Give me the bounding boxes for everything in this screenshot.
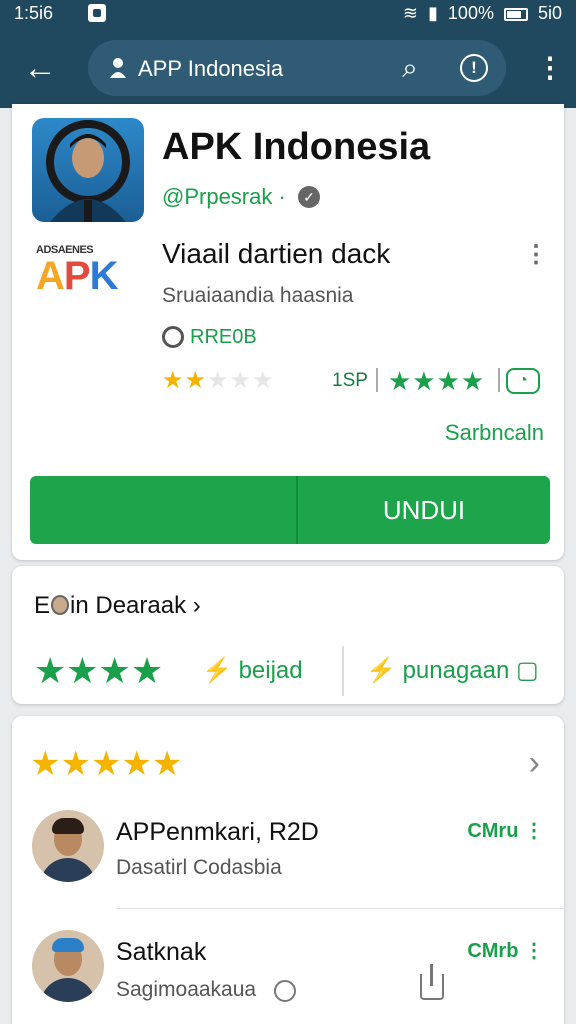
chevron-right-icon[interactable]: › — [529, 744, 540, 783]
more-info-card: Ein Dearaak › ★★★★ ⚡ beijad ⚡ punagaan ▢ — [12, 566, 564, 704]
app-header-card: APK Indonesia @Prpesrak · ✓ ADSAENES APK… — [12, 104, 564, 560]
divider — [498, 368, 500, 392]
status-right-time: 5i0 — [537, 3, 562, 23]
more-vert-icon[interactable]: ⋮ — [536, 50, 564, 86]
share-icon[interactable]: ◔ — [506, 368, 540, 394]
status-time: 1:5i6 — [14, 3, 54, 23]
apk-logo-big: APK — [36, 254, 118, 298]
overflow-menu-icon[interactable]: ⋮ — [524, 240, 548, 269]
tag-chip[interactable]: ⚡ punagaan ▢ — [366, 656, 539, 685]
reviewer-name: Satknak — [116, 938, 207, 966]
apk-logo: ADSAENES APK — [36, 244, 146, 304]
info-icon[interactable] — [274, 980, 296, 1002]
info-icon[interactable]: ! — [460, 54, 488, 82]
status-bar: 1:5i6 ≋ ▮ 100% 5i0 — [0, 0, 576, 28]
publisher-link[interactable]: @Prpesrak · — [162, 184, 286, 210]
search-title: APP Indonesia — [138, 56, 284, 81]
review-text: Dasatirl Codasbia — [116, 856, 282, 879]
app-title: APK Indonesia — [162, 126, 431, 168]
category-link[interactable]: Sarbncaln — [445, 420, 544, 446]
rating-count: 1SP — [332, 370, 368, 391]
back-arrow-icon[interactable]: ← — [20, 48, 60, 88]
tag-chip[interactable]: ⚡ beijad — [202, 656, 303, 685]
search-bar[interactable]: APP Indonesia ⌕ ! — [88, 40, 506, 96]
content-rating-icon — [162, 326, 184, 348]
review-meta[interactable]: CMrb ⋮ — [467, 938, 544, 963]
more-section-title[interactable]: Ein Dearaak › — [34, 592, 201, 620]
developer-name: Sruaiaandia haasnia — [162, 284, 354, 307]
reviewer-name: APPenmkari, R2D — [116, 818, 319, 846]
rating-stars-large: ★★★★ — [34, 650, 164, 691]
app-icon-art — [46, 120, 130, 222]
divider — [342, 646, 344, 696]
share-icon[interactable] — [420, 964, 444, 1000]
divider — [376, 368, 378, 392]
content-rating: RRE0B — [190, 326, 257, 348]
wifi-icon: ≋ — [402, 3, 419, 23]
search-icon[interactable]: ⌕ — [394, 52, 426, 84]
rating-stars-yellow: ★★★★★ — [162, 367, 275, 394]
person-icon — [110, 58, 126, 78]
avatar — [32, 930, 104, 1002]
app-subtitle: Viaail dartien dack — [162, 238, 391, 269]
divider — [116, 908, 564, 909]
signal-icon: ▮ — [428, 3, 438, 23]
app-icon — [32, 118, 144, 222]
avatar-icon — [51, 595, 70, 615]
rating-stars-green: ★★★★ — [388, 366, 486, 396]
reviews-card: ★★★★★ › APPenmkari, R2D Dasatirl Codasbi… — [12, 716, 564, 1024]
status-right: ≋ ▮ 100% 5i0 — [403, 3, 562, 24]
app-bar: ← APP Indonesia ⌕ ! ⋮ — [0, 28, 576, 108]
avatar — [32, 810, 104, 882]
review-text: Sagimoaakaua — [116, 978, 257, 1001]
notification-icon — [88, 4, 106, 22]
install-button-label: UNDUI — [382, 495, 466, 525]
battery-percent: 100% — [447, 3, 494, 23]
install-button[interactable]: UNDUI — [30, 476, 550, 544]
verified-badge-icon: ✓ — [298, 186, 320, 208]
review-meta[interactable]: CMru ⋮ — [467, 818, 544, 843]
battery-icon — [503, 8, 528, 21]
reviews-stars: ★★★★★ — [30, 745, 183, 783]
